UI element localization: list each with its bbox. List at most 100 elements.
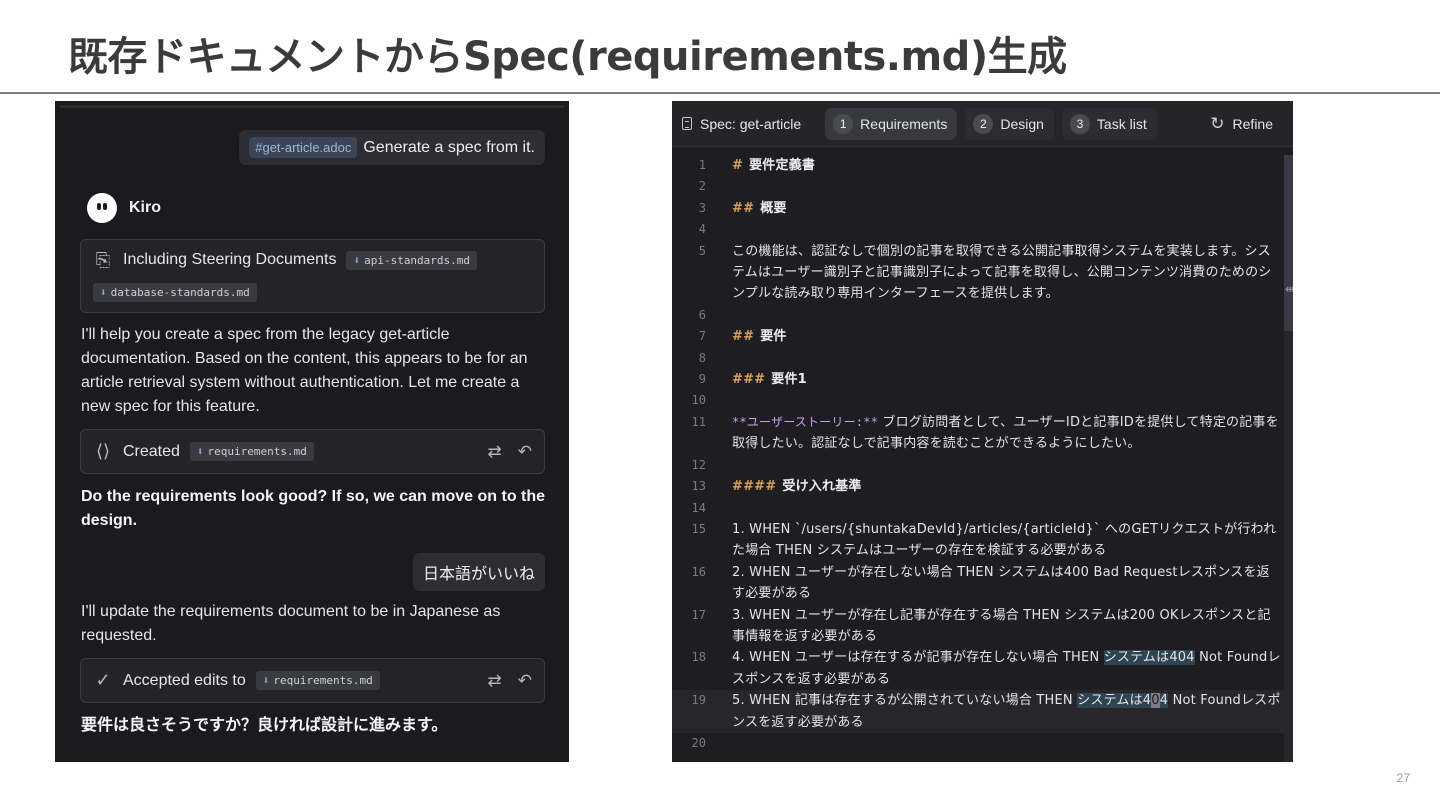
code-file-icon: ⟨⟩ — [95, 441, 111, 461]
code-line: 5 この機能は、認証なしで個別の記事を取得できる公開記事取得システムを実装します。… — [672, 241, 1284, 305]
spec-title: Spec: get-article — [682, 116, 801, 132]
refresh-icon: ↻ — [1210, 113, 1225, 133]
spec-title-text: Spec: get-article — [700, 115, 802, 132]
heading-marker: # — [732, 158, 744, 173]
file-chip-api-standards[interactable]: ⬇ api-standards.md — [346, 250, 478, 270]
line-number: 14 — [691, 500, 706, 515]
undo-icon[interactable]: ↶ — [518, 671, 532, 691]
text-cursor: 0 — [1151, 693, 1160, 709]
accepted-label: Accepted edits to — [123, 671, 246, 689]
file-chip-requirements[interactable]: ⬇ requirements.md — [189, 442, 314, 461]
agent-question-2: 要件は良さそうですか？良ければ設計に進みます。 — [81, 717, 448, 734]
agent-reply-2: I'll update the requirements document to… — [81, 603, 501, 644]
user-message-2: 日本語がいいね — [412, 553, 545, 591]
line-number: 8 — [698, 350, 706, 365]
file-chip-label: requirements.md — [273, 674, 373, 687]
accepted-card: ✓ Accepted edits to ⬇ requirements.md ⇄ ↶ — [80, 658, 545, 703]
line-number: 2 — [698, 179, 706, 194]
line-number: 18 — [691, 650, 706, 665]
line-text: 3. WHEN ユーザーが存在し記事が存在する場合 THEN システムは200 … — [732, 607, 1271, 644]
agent-name: Kiro — [129, 199, 161, 216]
created-label: Created — [123, 442, 180, 460]
heading-marker: #### — [732, 479, 777, 495]
tab-design[interactable]: 2 Design — [965, 107, 1054, 140]
line-number: 15 — [691, 521, 706, 536]
file-icon: ⬇ — [100, 285, 107, 299]
code-line: 3 ## 概要 — [672, 198, 1284, 219]
compare-icon[interactable]: ⇄ — [488, 442, 502, 462]
tab-requirements[interactable]: 1 Requirements — [825, 107, 958, 140]
code-line: 6 — [672, 305, 1284, 326]
context-chip[interactable]: #get-article.adoc — [249, 137, 358, 158]
spec-editor: Spec: get-article 1 Requirements 2 Desig… — [672, 101, 1293, 762]
document-icon — [682, 117, 692, 130]
tab-number: 3 — [1069, 113, 1090, 134]
file-chip-database-standards[interactable]: ⬇ database-standards.md — [93, 282, 257, 302]
code-line: 4 — [672, 219, 1284, 240]
line-number: 6 — [698, 307, 706, 322]
heading-text: 要件 — [760, 329, 787, 345]
line-text — [732, 176, 1282, 197]
tab-number: 1 — [833, 113, 854, 134]
file-chip-label: api-standards.md — [364, 253, 471, 267]
user-message-text: Generate a spec from it. — [363, 138, 535, 156]
heading-text: 要件1 — [771, 372, 807, 388]
heading-text: 受け入れ基準 — [782, 479, 862, 495]
compare-icon[interactable]: ⇄ — [488, 671, 502, 691]
code-line: 9 ### 要件1 — [672, 369, 1284, 390]
line-number: 4 — [698, 222, 706, 237]
agent-question-1: Do the requirements look good? If so, we… — [81, 488, 546, 529]
file-chip-requirements[interactable]: ⬇ requirements.md — [255, 671, 380, 690]
code-line: 15 1. WHEN `/users/{shuntakaDevId}/articl… — [672, 519, 1284, 562]
highlighted-match: システムは4 — [1077, 693, 1152, 709]
created-card: ⟨⟩ Created ⬇ requirements.md ⇄ ↶ — [80, 429, 545, 474]
line-text: 2. WHEN ユーザーが存在しない場合 THEN システムは400 Bad R… — [732, 564, 1270, 602]
agent-header: Kiro — [87, 193, 161, 223]
line-text: ### 要件1 — [732, 369, 1282, 390]
code-line: 17 3. WHEN ユーザーが存在し記事が存在する場合 THEN システムは20… — [672, 605, 1284, 648]
line-number: 1 — [698, 158, 706, 172]
code-line: 1 # 要件定義書 — [672, 155, 1284, 176]
line-number: 16 — [691, 564, 706, 579]
refine-button[interactable]: ↻ Refine — [1210, 114, 1273, 134]
line-number: 7 — [698, 329, 706, 344]
line-text — [732, 219, 1282, 240]
code-area[interactable]: 1 # 要件定義書 2 3 ## 概要 4 5 この機能は、認証なしで個別の記事を取得でき… — [672, 155, 1284, 754]
undo-icon[interactable]: ↶ — [518, 442, 532, 462]
line-number: 11 — [691, 414, 706, 429]
kiro-avatar-icon — [87, 193, 117, 223]
file-icon: ⬇ — [262, 674, 270, 687]
line-text: # 要件定義書 — [732, 155, 1282, 176]
code-line: 20 — [672, 733, 1284, 754]
line-text: 4. WHEN ユーザーは存在するが記事が存在しない場合 THEN システムは4… — [732, 647, 1282, 690]
code-line: 7 ## 要件 — [672, 326, 1284, 347]
line-text — [732, 305, 1282, 326]
line-text — [732, 455, 1282, 476]
line-text — [732, 733, 1282, 754]
line-number: 17 — [691, 607, 706, 622]
steering-card: ⎘ Including Steering Documents ⬇ api-stan… — [80, 239, 545, 313]
line-text: ## 概要 — [732, 198, 1282, 219]
line-text: ## 要件 — [732, 326, 1282, 347]
code-line: 2 — [672, 176, 1284, 197]
user-message: #get-article.adoc Generate a spec from i… — [239, 130, 545, 165]
line-number: 19 — [691, 693, 706, 708]
line-text — [732, 348, 1282, 369]
heading-marker: ## — [732, 329, 755, 345]
page-number: 27 — [1396, 771, 1410, 785]
code-line: 13 #### 受け入れ基準 — [672, 476, 1284, 497]
editor-scrollbar-thumb[interactable] — [1284, 155, 1293, 331]
tab-task-list[interactable]: 3 Task list — [1061, 107, 1157, 140]
code-line: 8 — [672, 348, 1284, 369]
line-text: **ユーザーストーリー:** ブログ訪問者として、ユーザーIDと記事IDを提供し… — [732, 412, 1282, 455]
tab-label: Task list — [1096, 115, 1147, 132]
drag-handle-icon[interactable]: ⇹ — [1285, 282, 1293, 296]
line-number: 3 — [698, 200, 706, 215]
title-divider — [0, 92, 1440, 94]
code-line: 16 2. WHEN ユーザーが存在しない場合 THEN システムは400 Bad… — [672, 562, 1284, 605]
heading-marker: ## — [732, 200, 755, 216]
user-story-marker: **ユーザーストーリー:** — [732, 414, 879, 429]
file-icon: ⬇ — [353, 253, 361, 267]
code-line: 14 — [672, 498, 1284, 519]
code-line-current: 19 5. WHEN 記事は存在するが公開されていない場合 THEN システムは4… — [672, 690, 1284, 733]
